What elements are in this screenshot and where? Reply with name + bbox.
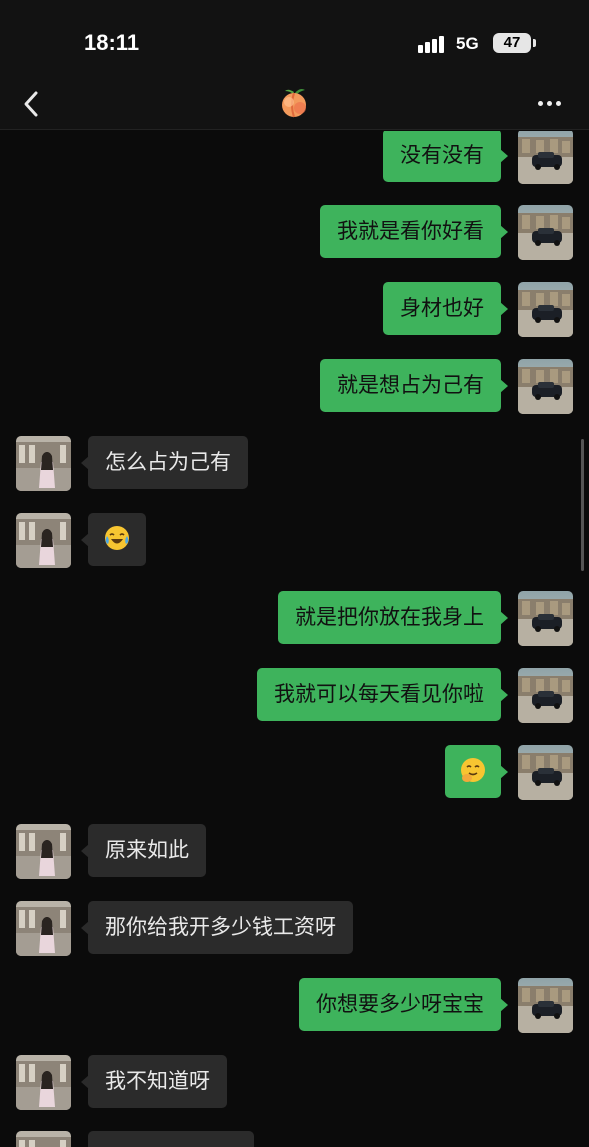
message-row-sent: 没有没有	[0, 131, 589, 185]
message-bubble-sent[interactable]: 身材也好	[383, 282, 508, 335]
more-options-button[interactable]	[532, 88, 568, 118]
message-row-sent: 身材也好	[0, 282, 589, 338]
message-bubble-sent[interactable]	[445, 745, 508, 798]
message-row-received: 我不知道呀	[0, 1055, 589, 1111]
message-bubble-received[interactable]	[81, 513, 146, 566]
status-bar: 18:11 5G 47	[0, 0, 589, 80]
my-avatar[interactable]	[518, 205, 573, 260]
message-row-sent: 我就可以每天看见你啦	[0, 668, 589, 724]
message-row-received	[0, 513, 589, 569]
message-row-received: 原来如此	[0, 824, 589, 880]
message-row-sent: 就是把你放在我身上	[0, 591, 589, 647]
network-type: 5G	[456, 34, 479, 53]
chat-scrollbar[interactable]	[581, 439, 584, 571]
more-dot	[556, 101, 561, 106]
message-row-received	[0, 1131, 589, 1147]
battery-level: 47	[493, 33, 531, 53]
my-avatar[interactable]	[518, 978, 573, 1033]
message-row-sent: 你想要多少呀宝宝	[0, 978, 589, 1034]
battery-icon	[533, 39, 536, 47]
contact-avatar[interactable]	[16, 1055, 71, 1110]
my-avatar[interactable]	[518, 745, 573, 800]
message-row-sent: 就是想占为己有	[0, 359, 589, 415]
message-bubble-received[interactable]: 原来如此	[81, 824, 206, 877]
message-bubble-sent[interactable]: 没有没有	[383, 131, 508, 182]
my-avatar[interactable]	[518, 668, 573, 723]
chat-message-list[interactable]: 没有没有 我就是看你好看 身材也好 就是想占为己有 怎么占为己有 就是把你放在我…	[0, 131, 589, 1147]
chevron-left-icon	[24, 91, 38, 117]
more-dot	[547, 101, 552, 106]
message-bubble-sent[interactable]: 我就是看你好看	[320, 205, 508, 258]
my-avatar[interactable]	[518, 282, 573, 337]
contact-avatar[interactable]	[16, 1131, 71, 1147]
message-bubble-received[interactable]: 怎么占为己有	[81, 436, 248, 489]
contact-avatar[interactable]	[16, 513, 71, 568]
message-row-sent: 我就是看你好看	[0, 205, 589, 261]
contact-avatar[interactable]	[16, 436, 71, 491]
message-bubble-sent[interactable]: 就是把你放在我身上	[278, 591, 508, 644]
my-avatar[interactable]	[518, 131, 573, 184]
back-button[interactable]	[14, 84, 48, 124]
message-bubble-received[interactable]: 那你给我开多少钱工资呀	[81, 901, 353, 954]
more-dots-icon	[538, 101, 543, 106]
contact-avatar[interactable]	[16, 824, 71, 879]
status-time: 18:11	[84, 30, 140, 55]
message-bubble-sent[interactable]: 就是想占为己有	[320, 359, 508, 412]
contact-avatar[interactable]	[16, 901, 71, 956]
cellular-signal-icon	[418, 33, 448, 53]
chat-header	[0, 80, 589, 130]
message-bubble-received[interactable]	[88, 1131, 254, 1147]
message-row-received: 怎么占为己有	[0, 436, 589, 492]
peach-emoji-icon	[278, 86, 310, 120]
message-row-sent	[0, 745, 589, 801]
my-avatar[interactable]	[518, 359, 573, 414]
message-row-received: 那你给我开多少钱工资呀	[0, 901, 589, 957]
message-bubble-sent[interactable]: 我就可以每天看见你啦	[257, 668, 508, 721]
message-bubble-sent[interactable]: 你想要多少呀宝宝	[299, 978, 508, 1031]
my-avatar[interactable]	[518, 591, 573, 646]
giggle-emoji-icon	[461, 758, 485, 782]
laughing-crying-emoji-icon	[105, 526, 129, 550]
message-bubble-received[interactable]: 我不知道呀	[81, 1055, 227, 1108]
